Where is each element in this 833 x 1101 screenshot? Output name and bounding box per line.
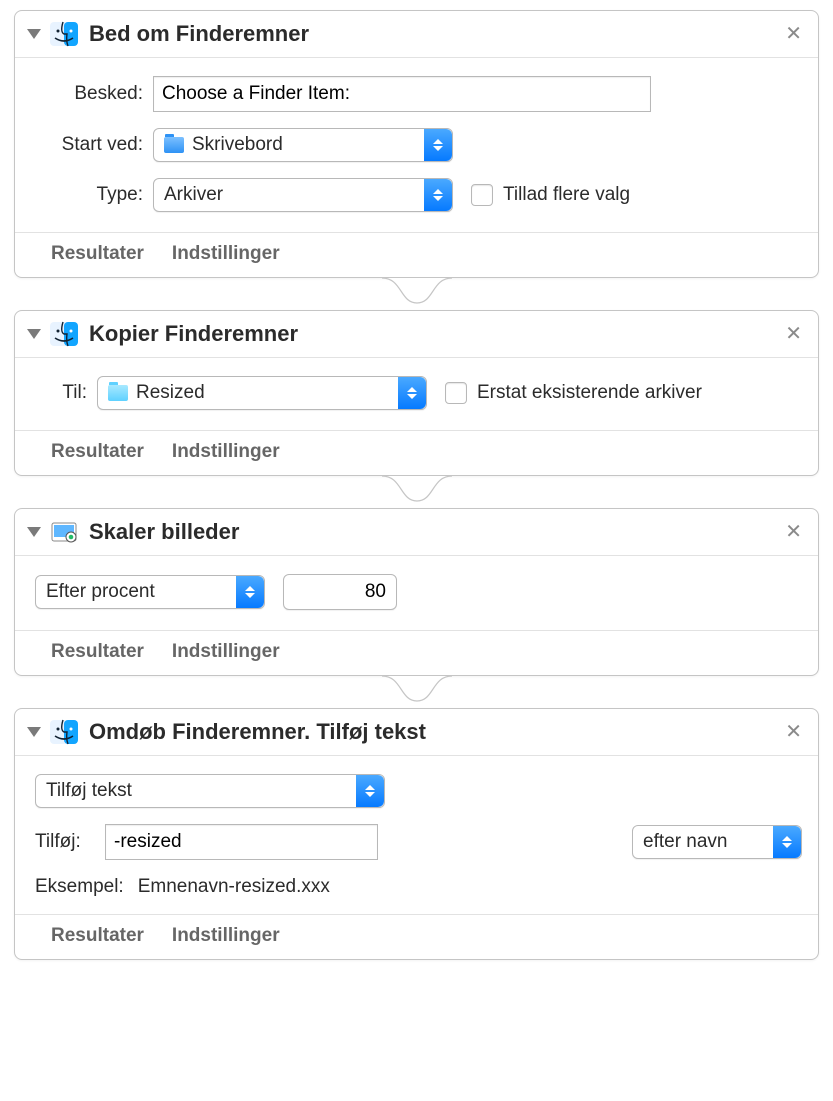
action-ask-finder-items: Bed om Finderemner ✕ Besked: Start ved: …	[14, 10, 819, 278]
close-icon[interactable]: ✕	[781, 322, 806, 346]
action-scale-images: Skaler billeder ✕ Efter procent Resultat…	[14, 508, 819, 676]
action-rename-finder-items: Omdøb Finderemner. Tilføj tekst ✕ Tilføj…	[14, 708, 819, 960]
disclosure-triangle-icon[interactable]	[27, 329, 41, 339]
rename-op-select[interactable]: Tilføj tekst	[35, 774, 385, 808]
type-value: Arkiver	[164, 184, 223, 206]
example-label: Eksempel:	[35, 876, 124, 898]
finder-icon	[49, 717, 79, 747]
scale-mode-value: Efter procent	[46, 581, 155, 603]
to-label: Til:	[31, 382, 87, 404]
folder-icon	[108, 385, 128, 401]
position-value: efter navn	[643, 831, 728, 853]
results-button[interactable]: Resultater	[51, 641, 144, 663]
to-value: Resized	[136, 382, 205, 404]
panel-header[interactable]: Skaler billeder ✕	[15, 509, 818, 556]
disclosure-triangle-icon[interactable]	[27, 727, 41, 737]
results-button[interactable]: Resultater	[51, 925, 144, 947]
panel-footer: Resultater Indstillinger	[15, 232, 818, 277]
disclosure-triangle-icon[interactable]	[27, 29, 41, 39]
panel-footer: Resultater Indstillinger	[15, 914, 818, 959]
close-icon[interactable]: ✕	[781, 22, 806, 46]
panel-footer: Resultater Indstillinger	[15, 430, 818, 475]
updown-icon	[773, 826, 801, 858]
options-button[interactable]: Indstillinger	[172, 243, 280, 265]
disclosure-triangle-icon[interactable]	[27, 527, 41, 537]
replace-checkbox[interactable]	[445, 382, 467, 404]
updown-icon	[424, 129, 452, 161]
finder-icon	[49, 19, 79, 49]
preview-icon	[49, 517, 79, 547]
folder-icon	[164, 137, 184, 153]
action-copy-finder-items: Kopier Finderemner ✕ Til: Resized Erstat…	[14, 310, 819, 476]
allow-multiple-checkbox[interactable]	[471, 184, 493, 206]
connector-icon	[14, 278, 819, 310]
allow-multiple-label[interactable]: Tillad flere valg	[503, 184, 630, 206]
panel-footer: Resultater Indstillinger	[15, 630, 818, 675]
updown-icon	[398, 377, 426, 409]
type-label: Type:	[31, 184, 143, 206]
options-button[interactable]: Indstillinger	[172, 641, 280, 663]
panel-title: Bed om Finderemner	[89, 21, 781, 47]
start-at-select[interactable]: Skrivebord	[153, 128, 453, 162]
scale-mode-select[interactable]: Efter procent	[35, 575, 265, 609]
updown-icon	[356, 775, 384, 807]
finder-icon	[49, 319, 79, 349]
add-text-input[interactable]	[105, 824, 378, 860]
rename-op-value: Tilføj tekst	[46, 780, 132, 802]
connector-icon	[14, 676, 819, 708]
add-label: Tilføj:	[35, 831, 95, 853]
message-input[interactable]	[153, 76, 651, 112]
example-value: Emnenavn-resized.xxx	[138, 876, 330, 898]
panel-header[interactable]: Omdøb Finderemner. Tilføj tekst ✕	[15, 709, 818, 756]
results-button[interactable]: Resultater	[51, 441, 144, 463]
options-button[interactable]: Indstillinger	[172, 925, 280, 947]
panel-header[interactable]: Kopier Finderemner ✕	[15, 311, 818, 358]
options-button[interactable]: Indstillinger	[172, 441, 280, 463]
panel-title: Kopier Finderemner	[89, 321, 781, 347]
connector-icon	[14, 476, 819, 508]
start-at-label: Start ved:	[31, 134, 143, 156]
results-button[interactable]: Resultater	[51, 243, 144, 265]
panel-header[interactable]: Bed om Finderemner ✕	[15, 11, 818, 58]
panel-title: Omdøb Finderemner. Tilføj tekst	[89, 719, 781, 745]
updown-icon	[236, 576, 264, 608]
replace-label[interactable]: Erstat eksisterende arkiver	[477, 382, 702, 404]
close-icon[interactable]: ✕	[781, 520, 806, 544]
message-label: Besked:	[31, 83, 143, 105]
updown-icon	[424, 179, 452, 211]
type-select[interactable]: Arkiver	[153, 178, 453, 212]
scale-amount-input[interactable]	[283, 574, 397, 610]
to-select[interactable]: Resized	[97, 376, 427, 410]
start-at-value: Skrivebord	[192, 134, 283, 156]
panel-title: Skaler billeder	[89, 519, 781, 545]
position-select[interactable]: efter navn	[632, 825, 802, 859]
close-icon[interactable]: ✕	[781, 720, 806, 744]
